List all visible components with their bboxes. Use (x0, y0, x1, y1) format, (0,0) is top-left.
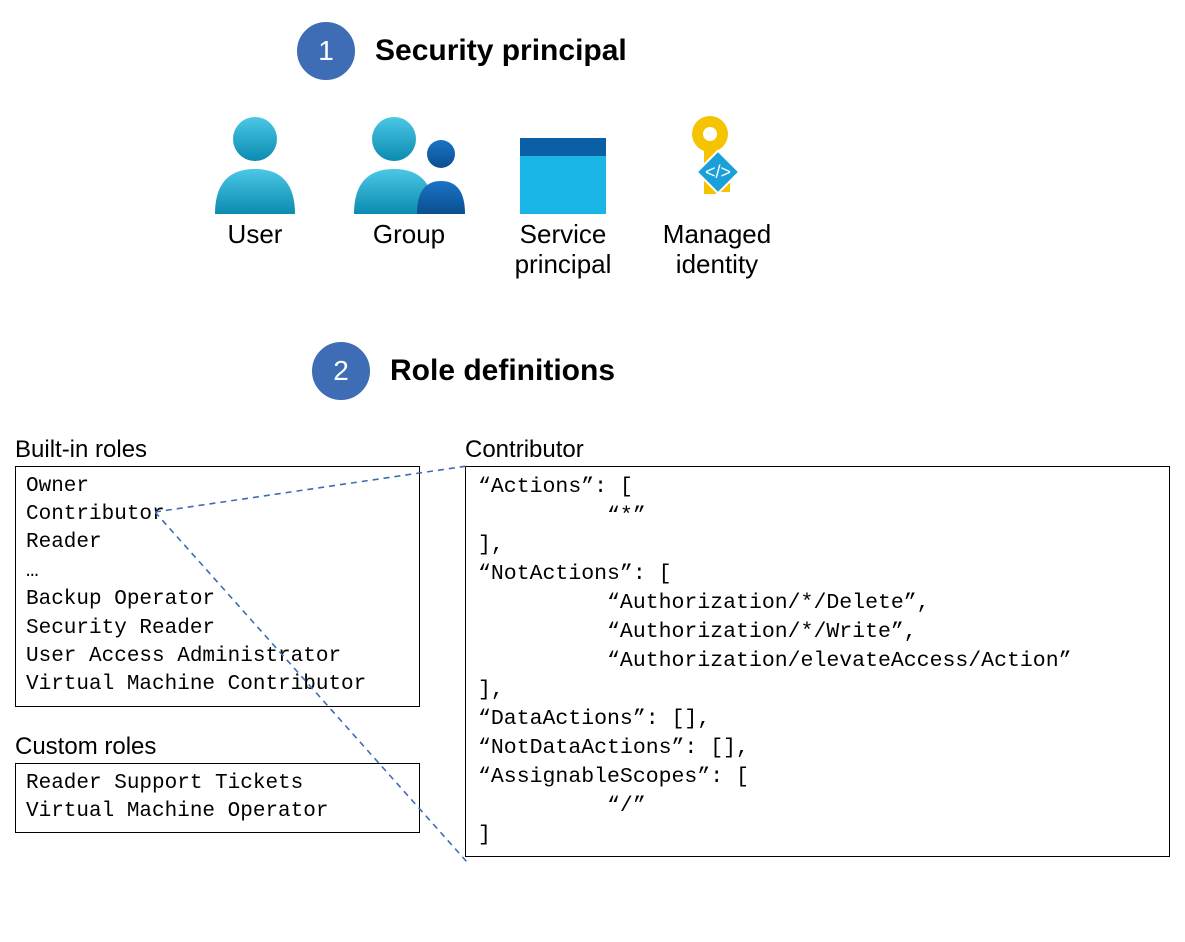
custom-roles-heading: Custom roles (15, 733, 420, 761)
user-icon (205, 109, 305, 214)
step-badge-1: 1 (295, 20, 357, 82)
roles-right-column: Contributor “Actions”: [ “*” ], “NotActi… (465, 432, 1170, 857)
managed-identity-icon: </> (678, 114, 756, 214)
group-icon (349, 109, 469, 214)
builtin-roles-box: Owner Contributor Reader … Backup Operat… (15, 466, 420, 707)
step-badge-2: 2 (310, 340, 372, 402)
section-header-security-principal: 1 Security principal (295, 20, 1170, 82)
roles-left-column: Built-in roles Owner Contributor Reader … (15, 432, 420, 833)
roles-area: Built-in roles Owner Contributor Reader … (15, 432, 1170, 857)
principal-group-label: Group (373, 220, 445, 250)
principal-managed-identity-label: Managed identity (663, 220, 771, 280)
principal-group: Group (344, 104, 474, 250)
service-principal-icon (520, 138, 606, 214)
contributor-heading: Contributor (465, 436, 1170, 464)
principal-user: User (190, 104, 320, 250)
section-title-security-principal: Security principal (375, 34, 627, 68)
principal-service-principal: Service principal (498, 104, 628, 280)
contributor-json-box: “Actions”: [ “*” ], “NotActions”: [ “Aut… (465, 466, 1170, 857)
custom-roles-box: Reader Support Tickets Virtual Machine O… (15, 763, 420, 834)
principal-managed-identity: </> Managed identity (652, 104, 782, 280)
step-number: 2 (333, 355, 349, 387)
svg-text:</>: </> (705, 162, 731, 182)
principal-service-principal-label: Service principal (515, 220, 612, 280)
section-title-role-definitions: Role definitions (390, 354, 615, 388)
principals-row: User Group (190, 104, 1170, 280)
principal-user-label: User (228, 220, 283, 250)
builtin-roles-heading: Built-in roles (15, 436, 420, 464)
section-header-role-definitions: 2 Role definitions (310, 340, 1170, 402)
step-number: 1 (318, 35, 334, 67)
